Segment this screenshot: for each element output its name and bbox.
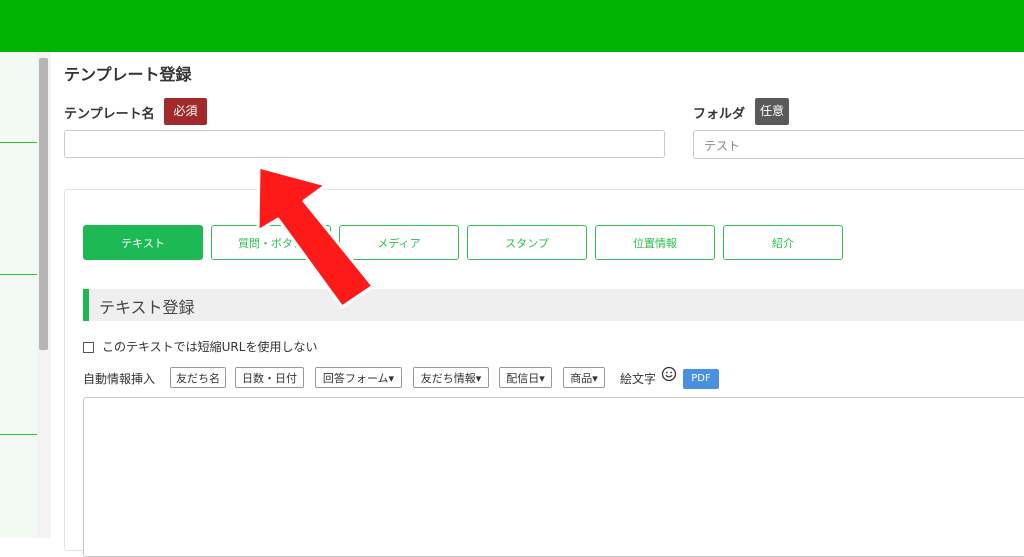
section-accent-bar: [83, 289, 89, 321]
insert-product-dropdown[interactable]: 商品▾: [563, 367, 605, 388]
tab-text[interactable]: テキスト: [83, 225, 203, 260]
template-name-label: テンプレート名: [64, 107, 155, 122]
insert-answer-form-dropdown[interactable]: 回答フォーム▾: [315, 367, 402, 388]
emoji-label: 絵文字: [620, 372, 657, 386]
required-badge: 必須: [164, 98, 207, 125]
short-url-checkbox[interactable]: [83, 342, 94, 353]
top-header-bar: [0, 0, 1024, 52]
insert-friend-name-button[interactable]: 友だち名: [170, 367, 226, 388]
message-textarea[interactable]: [83, 397, 1024, 557]
insert-delivery-date-dropdown[interactable]: 配信日▾: [499, 367, 552, 388]
folder-label: フォルダ: [693, 107, 746, 122]
left-sidebar: [0, 52, 37, 538]
tab-location[interactable]: 位置情報: [595, 225, 715, 260]
tab-introduction[interactable]: 紹介: [723, 225, 843, 260]
optional-badge: 任意: [755, 98, 789, 125]
insert-friend-info-dropdown[interactable]: 友だち情報▾: [413, 367, 489, 388]
template-name-input[interactable]: [64, 130, 665, 158]
tab-question-button[interactable]: 質問・ボタン: [211, 225, 331, 260]
scrollbar-thumb[interactable]: [39, 58, 48, 350]
sidebar-divider: [0, 434, 37, 435]
tab-stamp[interactable]: スタンプ: [467, 225, 587, 260]
smile-icon[interactable]: [661, 366, 677, 382]
folder-select[interactable]: テスト: [693, 130, 1024, 159]
auto-insert-label: 自動情報挿入: [83, 372, 156, 386]
tab-media[interactable]: メディア: [339, 225, 459, 260]
sidebar-divider: [0, 274, 37, 275]
section-header: テキスト登録: [83, 289, 1024, 321]
pdf-button[interactable]: PDF: [683, 369, 719, 389]
section-title: テキスト登録: [99, 298, 195, 317]
short-url-label: このテキストでは短縮URLを使用しない: [102, 340, 318, 354]
sidebar-divider: [0, 142, 37, 143]
insert-date-button[interactable]: 日数・日付: [235, 367, 304, 388]
page-title: テンプレート登録: [64, 65, 192, 84]
